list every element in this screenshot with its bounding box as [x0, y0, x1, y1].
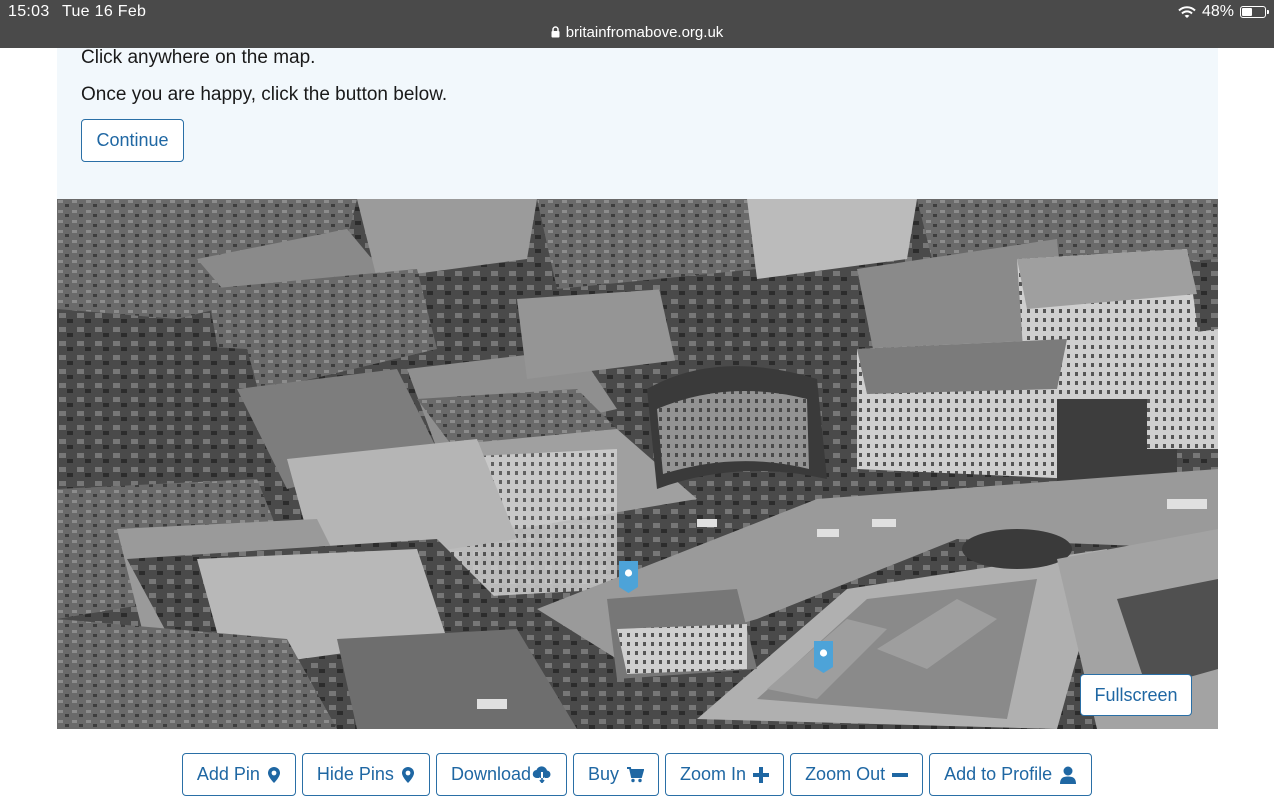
zoom-in-button[interactable]: Zoom In [665, 753, 785, 796]
user-icon [1060, 766, 1077, 784]
status-bar: 15:03 Tue 16 Feb britainfromabove.org.uk… [0, 0, 1274, 48]
hide-pins-label: Hide Pins [316, 764, 394, 784]
map-marker-icon [401, 766, 414, 783]
download-label: Download [450, 764, 531, 784]
zoom-in-label: Zoom In [680, 764, 747, 784]
battery-percent: 48% [1201, 3, 1234, 20]
continue-button[interactable]: Continue [81, 119, 184, 162]
instruction-panel: Click anywhere on the map. Once you are … [57, 47, 1218, 199]
minus-icon [892, 772, 909, 777]
map-pin[interactable] [814, 641, 833, 673]
status-indicators: 48% [1178, 3, 1269, 21]
aerial-photo[interactable]: Fullscreen [57, 199, 1218, 729]
buy-button[interactable]: Buy [573, 753, 660, 796]
lock-icon [551, 26, 560, 38]
status-date: Tue 16 Feb [62, 3, 147, 20]
instruction-click-map: Click anywhere on the map. [81, 47, 316, 68]
add-to-profile-label: Add to Profile [944, 764, 1053, 784]
zoom-out-button[interactable]: Zoom Out [790, 753, 924, 796]
toolbar: Add Pin Hide Pins Download Buy Zoom In Z… [0, 753, 1274, 797]
cloud-download-icon [532, 766, 551, 783]
hide-pins-button[interactable]: Hide Pins [301, 753, 430, 796]
map-marker-icon [267, 766, 280, 783]
status-time: 15:03 [8, 3, 50, 20]
zoom-out-label: Zoom Out [805, 764, 886, 784]
download-button[interactable]: Download [435, 753, 567, 796]
battery-fill [1242, 8, 1253, 16]
address-bar[interactable]: britainfromabove.org.uk [0, 24, 1274, 41]
add-pin-button[interactable]: Add Pin [181, 753, 296, 796]
instruction-confirm: Once you are happy, click the button bel… [81, 84, 448, 105]
shopping-cart-icon [627, 767, 645, 783]
add-to-profile-button[interactable]: Add to Profile [929, 753, 1093, 796]
plus-icon [753, 766, 770, 783]
aerial-photo-image [57, 199, 1218, 729]
wifi-icon [1178, 5, 1196, 18]
add-pin-label: Add Pin [196, 764, 260, 784]
url-text: britainfromabove.org.uk [565, 24, 724, 41]
fullscreen-button[interactable]: Fullscreen [1080, 674, 1192, 716]
buy-label: Buy [588, 764, 620, 784]
battery-icon [1240, 6, 1269, 18]
map-pin[interactable] [619, 561, 638, 593]
